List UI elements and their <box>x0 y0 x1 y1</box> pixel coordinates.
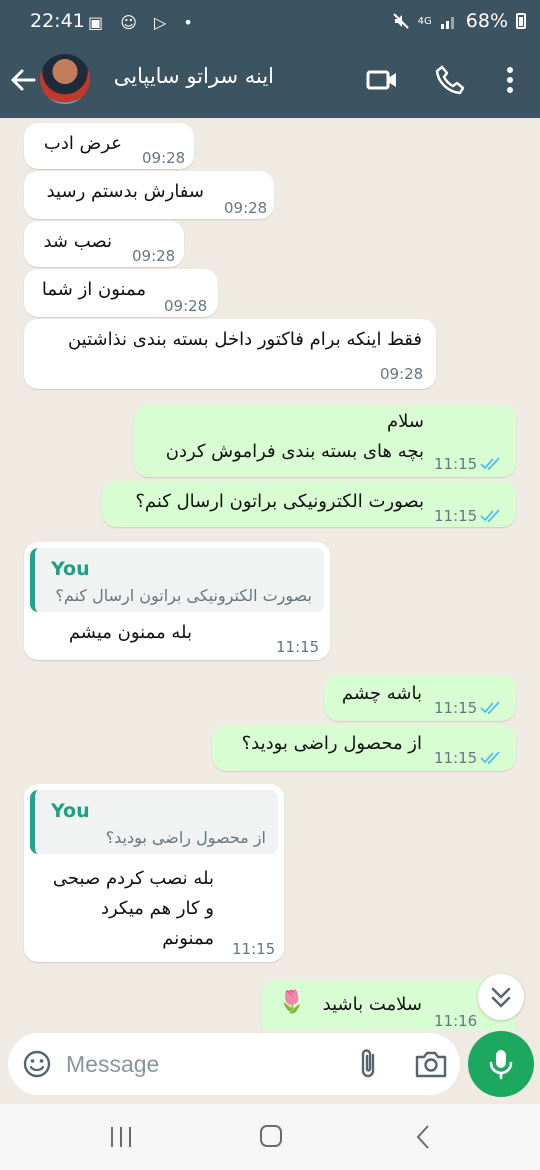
quote-author: You <box>51 558 90 580</box>
message-input[interactable] <box>66 1047 336 1081</box>
tulip-emoji: 🌷 <box>278 990 306 1015</box>
message-input-bar <box>8 1033 460 1095</box>
message-time: 09:28 <box>380 365 424 383</box>
message-outgoing[interactable]: سلام بچه های بسته بندی فراموش کردن 11:15 <box>134 405 516 477</box>
camera-icon[interactable] <box>414 1049 448 1079</box>
message-incoming[interactable]: سفارش بدستم رسید 09:28 <box>24 171 274 219</box>
back-arrow-icon[interactable] <box>8 60 38 100</box>
quoted-message[interactable]: You بصورت الکترونیکی براتون ارسال کنم؟ <box>30 548 324 612</box>
quoted-message[interactable]: You از محصول راضی بودید؟ <box>30 790 278 854</box>
message-incoming[interactable]: عرض ادب 09:28 <box>24 123 194 169</box>
message-text: بله ممنون میشم <box>68 622 192 643</box>
battery-percent: 68% <box>465 10 508 32</box>
phone-call-icon[interactable] <box>434 64 466 96</box>
message-outgoing[interactable]: از محصول راضی بودید؟ 11:15 <box>212 725 516 771</box>
mute-icon <box>392 13 409 29</box>
mic-button[interactable] <box>468 1031 534 1097</box>
message-outgoing[interactable]: باشه چشم 11:15 <box>324 675 516 721</box>
double-chevron-down-icon <box>491 987 511 1008</box>
mic-icon <box>489 1050 513 1080</box>
message-time: 11:15 <box>434 749 478 767</box>
message-text: ممنون از شما <box>41 279 146 300</box>
message-text-line: و کار هم میکرد <box>100 898 214 919</box>
message-time: 11:15 <box>434 507 478 525</box>
quote-author: You <box>51 800 90 822</box>
emoji-icon[interactable] <box>22 1049 52 1079</box>
battery-icon <box>516 13 526 29</box>
message-incoming[interactable]: فقط اینکه برام فاکتور داخل بسته بندی نذا… <box>24 319 436 389</box>
message-incoming-reply[interactable]: You از محصول راضی بودید؟ بله نصب کردم صب… <box>24 784 284 962</box>
scroll-to-bottom-button[interactable] <box>478 974 524 1020</box>
more-vertical-icon[interactable] <box>494 64 526 96</box>
message-text: از محصول راضی بودید؟ <box>241 733 422 754</box>
status-bar: 22:41 ▣ ☺ ▷ • 4G 68% <box>0 0 540 44</box>
read-receipt-icon <box>480 751 500 765</box>
read-receipt-icon <box>480 509 500 523</box>
message-outgoing[interactable]: بصورت الکترونیکی براتون ارسال کنم؟ 11:15 <box>102 481 516 527</box>
message-text: باشه چشم <box>341 683 422 704</box>
back-nav-icon[interactable] <box>408 1124 438 1150</box>
message-incoming-reply[interactable]: You بصورت الکترونیکی براتون ارسال کنم؟ ب… <box>24 542 330 660</box>
message-text: سفارش بدستم رسید <box>46 181 204 202</box>
message-time: 09:28 <box>142 149 186 167</box>
message-time: 11:15 <box>434 699 478 717</box>
message-time: 09:28 <box>224 199 268 217</box>
message-time: 11:16 <box>434 1012 478 1030</box>
quote-text: از محصول راضی بودید؟ <box>105 828 266 847</box>
message-text: سلامت باشید <box>322 994 422 1015</box>
message-time: 11:15 <box>232 940 276 958</box>
message-text-line: ممنونم <box>162 928 214 949</box>
message-time: 11:15 <box>434 455 478 473</box>
message-text: فقط اینکه برام فاکتور داخل بسته بندی نذا… <box>67 329 422 350</box>
video-call-icon[interactable] <box>366 64 398 96</box>
message-text-line: بله نصب کردم صبحی <box>52 868 214 889</box>
message-time: 11:15 <box>276 638 320 656</box>
message-text: نصب شد <box>43 231 112 252</box>
attach-icon[interactable] <box>354 1047 384 1081</box>
read-receipt-icon <box>480 701 500 715</box>
message-incoming[interactable]: نصب شد 09:28 <box>24 221 184 267</box>
system-navigation-bar <box>0 1104 540 1170</box>
contact-avatar[interactable] <box>40 54 90 104</box>
read-receipt-icon <box>480 457 500 471</box>
notification-icons: ▣ ☺ ▷ • <box>88 13 199 32</box>
home-icon[interactable] <box>256 1124 286 1150</box>
network-label: 4G <box>417 15 432 27</box>
message-text-line: بچه های بسته بندی فراموش کردن <box>165 441 424 462</box>
message-text-line: سلام <box>387 411 424 432</box>
message-time: 09:28 <box>164 297 208 315</box>
message-time: 09:28 <box>132 247 176 265</box>
chat-header: اینه سراتو سایپایی <box>0 44 540 118</box>
message-text: عرض ادب <box>43 133 122 154</box>
status-time: 22:41 <box>30 10 85 32</box>
recent-apps-icon[interactable] <box>106 1124 136 1150</box>
chat-area[interactable]: عرض ادب 09:28 سفارش بدستم رسید 09:28 نصب… <box>0 118 540 1030</box>
message-incoming[interactable]: ممنون از شما 09:28 <box>24 269 218 317</box>
contact-name[interactable]: اینه سراتو سایپایی <box>114 64 274 88</box>
quote-text: بصورت الکترونیکی براتون ارسال کنم؟ <box>55 586 312 605</box>
signal-icon <box>440 17 454 29</box>
message-text: بصورت الکترونیکی براتون ارسال کنم؟ <box>135 491 424 512</box>
